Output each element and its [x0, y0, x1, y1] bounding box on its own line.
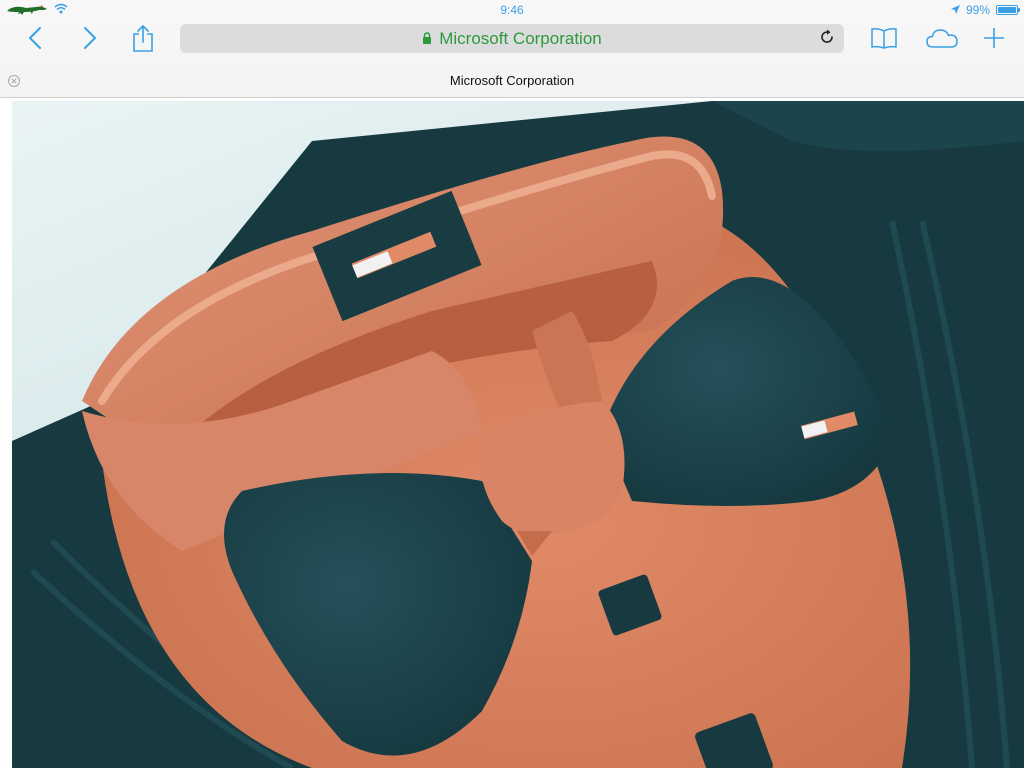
status-bar: 9:46 99% [0, 0, 1024, 20]
share-button[interactable] [125, 20, 161, 60]
tab-bar: Microsoft Corporation [0, 66, 1024, 96]
status-right: 99% [950, 3, 1020, 17]
reload-icon [820, 29, 834, 49]
chevron-left-icon [28, 26, 42, 55]
address-bar[interactable]: Microsoft Corporation [180, 24, 844, 53]
status-time: 9:46 [500, 3, 524, 17]
cake-photo [12, 101, 1024, 768]
toolbar: Microsoft Corporation [0, 20, 1024, 60]
forward-button[interactable] [72, 20, 108, 60]
reload-button[interactable] [814, 26, 840, 52]
cloud-icon [925, 27, 959, 54]
tab-title: Microsoft Corporation [449, 73, 575, 88]
book-icon [870, 27, 898, 54]
browser-chrome: 9:46 99% Microsoft Corporation Microsoft… [0, 0, 1024, 98]
new-tab-button[interactable] [976, 20, 1012, 60]
address-text: Microsoft Corporation [439, 28, 602, 48]
back-button[interactable] [17, 20, 53, 60]
plus-icon [983, 27, 1005, 54]
cloud-tabs-button[interactable] [922, 20, 962, 60]
battery-fill [998, 7, 1016, 13]
battery-icon [996, 5, 1020, 15]
location-arrow-icon [950, 3, 960, 17]
bookmarks-button[interactable] [866, 20, 902, 60]
chevron-right-icon [83, 26, 97, 55]
battery-percent: 99% [965, 3, 990, 17]
share-icon [132, 24, 154, 57]
address-content: Microsoft Corporation [422, 29, 602, 49]
safari-screen: 9:46 99% Microsoft Corporation Microsoft… [0, 0, 1024, 768]
lock-icon [422, 29, 432, 49]
page-content [0, 98, 1024, 768]
